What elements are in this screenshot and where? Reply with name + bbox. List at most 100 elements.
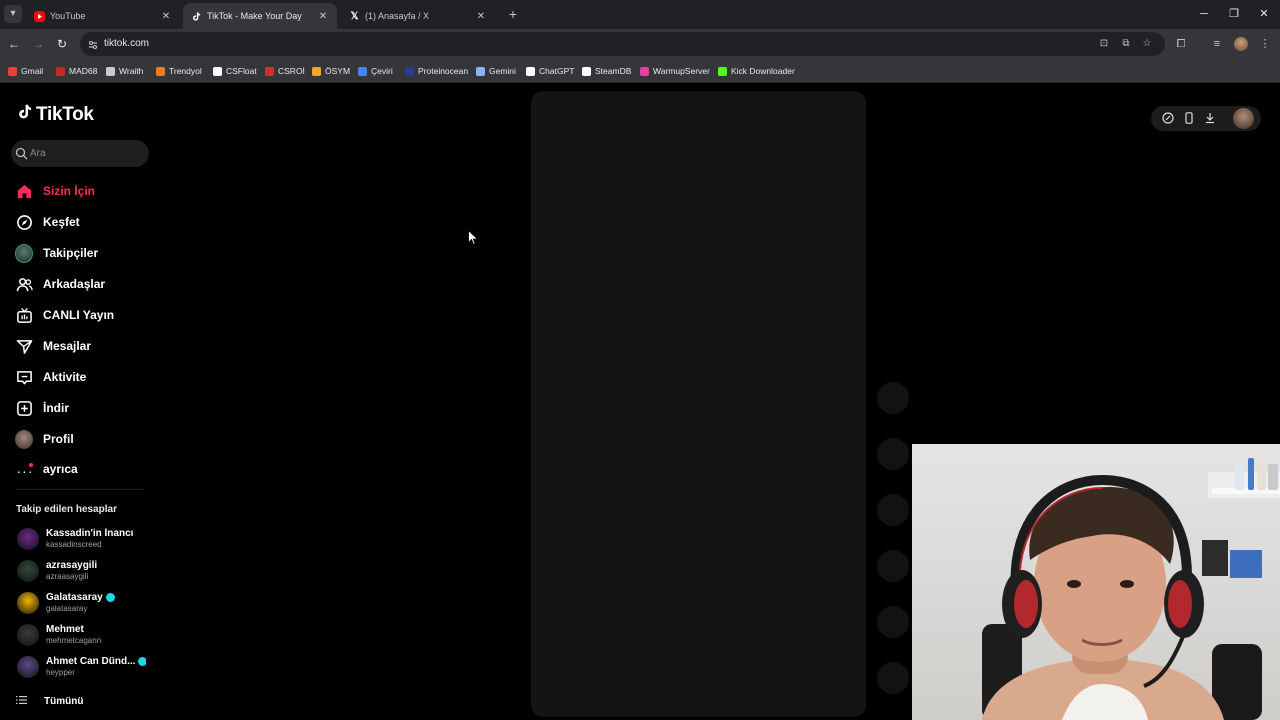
steamdb-icon xyxy=(582,66,591,76)
tiktok-icon xyxy=(16,103,33,127)
bookmark-wraith[interactable]: Wraith xyxy=(106,64,143,78)
window-close-icon[interactable]: ✕ xyxy=(1256,6,1272,22)
media-control-icon[interactable]: ≡ xyxy=(1210,37,1224,51)
tiktok-wordmark: TikTok xyxy=(36,104,94,125)
bookmark-label: ÖSYM xyxy=(325,66,351,76)
tiktok-logo[interactable]: TikTok xyxy=(16,104,94,126)
share-button[interactable] xyxy=(877,606,909,638)
tab-tiktok[interactable]: TikTok - Make Your Day ✕ xyxy=(183,3,337,29)
followed-account-item[interactable]: Ahmet Can Dünd... heypper xyxy=(15,654,150,682)
followed-account-item[interactable]: Galatasaray galatasaray xyxy=(15,590,150,618)
coin-icon[interactable] xyxy=(1161,112,1174,125)
avatar xyxy=(17,656,39,678)
followed-account-item[interactable]: azrasaygili azraasaygili xyxy=(15,558,150,586)
nav-item-i-ndir[interactable]: İndir xyxy=(15,397,145,419)
extensions-icon[interactable]: ⧠ xyxy=(1174,37,1188,51)
new-tab-button[interactable]: + xyxy=(505,6,521,22)
bookmark-label: Proteinocean xyxy=(418,66,469,76)
comment-button[interactable] xyxy=(877,494,909,526)
music-disc-button[interactable] xyxy=(877,662,909,694)
account-name-text: Galatasaray xyxy=(46,592,103,603)
followers-avatar-icon xyxy=(15,243,33,263)
forward-icon[interactable]: → xyxy=(30,36,46,52)
download-icon[interactable] xyxy=(1203,112,1216,125)
nav-item-canli-yay-n[interactable]: CANLI Yayın xyxy=(15,304,145,326)
mobile-app-icon[interactable] xyxy=(1182,112,1195,125)
bookmark-chatgpt[interactable]: ChatGPT xyxy=(526,64,574,78)
bookmark-label: WarmupServer xyxy=(653,66,710,76)
account-name: Galatasaray xyxy=(46,592,115,603)
address-bar[interactable]: tiktok.com ⊡ ⧉ ☆ xyxy=(80,32,1165,56)
warmupserver-icon xyxy=(640,66,649,76)
followed-account-item[interactable]: Kassadin'in İnancı kassadinscreed xyxy=(15,526,150,554)
nav-item-ayr-ca[interactable]: ··· ayrıca xyxy=(15,458,145,480)
followed-account-item[interactable]: Mehmet mehmetcagann xyxy=(15,622,150,650)
user-avatar[interactable] xyxy=(1233,108,1254,129)
restore-icon[interactable]: ❐ xyxy=(1226,6,1242,22)
gmail-icon xyxy=(8,66,17,76)
menu-kebab-icon[interactable]: ⋮ xyxy=(1258,37,1272,51)
url-text: tiktok.com xyxy=(104,38,150,49)
site-info-icon[interactable] xyxy=(87,38,99,50)
browser-profile-avatar[interactable] xyxy=(1234,37,1248,51)
bookmark-csfloat[interactable]: CSFloat xyxy=(213,64,257,78)
following-section-title: Takip edilen hesaplar xyxy=(16,504,117,515)
bookmark-steamdb[interactable]: SteamDB xyxy=(582,64,631,78)
nav-item-takip-iler[interactable]: Takipçiler xyxy=(15,242,145,264)
tab-search-button[interactable]: ▾ xyxy=(4,5,22,23)
back-icon[interactable]: ← xyxy=(6,36,22,52)
tab-x[interactable]: 𝕏 (1) Anasayfa / X ✕ xyxy=(341,3,495,29)
tiktok-icon xyxy=(191,11,202,22)
bookmark-kick-downloader[interactable]: Kick Downloader xyxy=(718,64,795,78)
close-icon[interactable]: ✕ xyxy=(160,11,172,22)
mad68-icon xyxy=(56,66,65,76)
see-all-button[interactable]: Tümünü xyxy=(16,693,83,709)
csfloat-icon xyxy=(213,66,222,76)
bookmark-csroi-[interactable]: CSROİ xyxy=(265,64,305,78)
tab-youtube[interactable]: YouTube ✕ xyxy=(26,3,180,29)
bookmark-star-icon[interactable]: ☆ xyxy=(1140,38,1154,50)
account-name-text: azrasaygili xyxy=(46,560,98,571)
verified-badge-icon xyxy=(105,592,115,602)
csroi-icon xyxy=(265,66,274,76)
bookmark-proteinocean[interactable]: Proteinocean xyxy=(405,64,468,78)
reload-icon[interactable]: ↻ xyxy=(54,36,70,52)
video-player-placeholder[interactable] xyxy=(531,91,866,717)
close-icon[interactable]: ✕ xyxy=(475,11,487,22)
bookmark-trendyol[interactable]: Trendyol xyxy=(156,64,202,78)
bookmark-mad68[interactable]: MAD68 xyxy=(56,64,97,78)
account-username: mehmetcagann xyxy=(46,636,102,645)
search-input[interactable]: Ara xyxy=(11,140,149,167)
nav-item-sizin-i-in[interactable]: Sizin İçin xyxy=(15,180,145,202)
bookmark-gemini[interactable]: Gemini xyxy=(476,64,516,78)
account-name: azrasaygili xyxy=(46,560,97,571)
minimize-icon[interactable]: ─ xyxy=(1196,6,1212,22)
nav-item-label: Profil xyxy=(43,432,74,446)
bookmark-button[interactable] xyxy=(877,550,909,582)
nav-item-aktivite[interactable]: Aktivite xyxy=(15,366,145,388)
close-icon[interactable]: ✕ xyxy=(317,11,329,22)
wraith-icon xyxy=(106,66,115,76)
nav-item-mesajlar[interactable]: Mesajlar xyxy=(15,335,145,357)
install-app-icon[interactable]: ⧉ xyxy=(1119,38,1133,50)
bookmark-warmupserver[interactable]: WarmupServer xyxy=(640,64,710,78)
bookmark--sym[interactable]: ÖSYM xyxy=(312,64,350,78)
profile-avatar-icon xyxy=(15,429,33,449)
nav-item-arkada-lar[interactable]: Arkadaşlar xyxy=(15,273,145,295)
bookmark-label: SteamDB xyxy=(595,66,632,76)
avatar xyxy=(17,592,39,614)
bookmark-label: ChatGPT xyxy=(539,66,575,76)
bookmark--eviri[interactable]: Çeviri xyxy=(358,64,393,78)
bookmark-gmail[interactable]: Gmail xyxy=(8,64,43,78)
account-name-text: Ahmet Can Dünd... xyxy=(46,656,136,667)
author-avatar-button[interactable] xyxy=(877,382,909,414)
nav-item-profil[interactable]: Profil xyxy=(15,428,145,450)
like-button[interactable] xyxy=(877,438,909,470)
translate-icon[interactable]: ⊡ xyxy=(1097,38,1111,50)
see-all-label: Tümünü xyxy=(44,695,84,707)
mouse-cursor-icon xyxy=(468,229,479,246)
account-username: azraasaygili xyxy=(46,572,89,581)
divider xyxy=(16,489,144,490)
nav-item-ke-fet[interactable]: Keşfet xyxy=(15,211,145,233)
nav-item-label: Sizin İçin xyxy=(43,184,96,198)
